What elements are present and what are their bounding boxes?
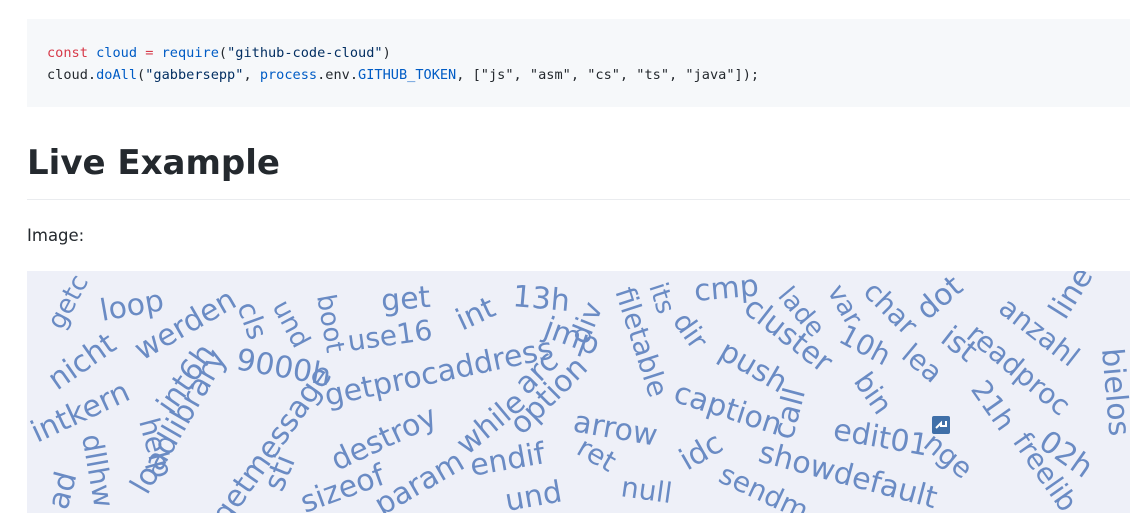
cloud-word: get: [380, 280, 432, 319]
cloud-word: dir: [666, 306, 715, 356]
code-block: const cloud = require("github-code-cloud…: [27, 19, 1130, 107]
cloud-word: bin: [847, 366, 899, 420]
code-function: require: [161, 45, 219, 61]
word-cloud-image: getc loop nicht werden cls und boot get int 13h di…: [27, 271, 1130, 513]
code-comma: ,: [243, 67, 260, 84]
code-object: cloud: [47, 67, 88, 84]
cloud-word: ad: [41, 468, 84, 513]
code-string: "gabbersepp": [145, 67, 244, 84]
cloud-word: boot: [310, 292, 350, 355]
cloud-word: line: [1042, 271, 1100, 325]
cloud-word: null: [619, 470, 674, 510]
return-arrow-icon: [932, 416, 950, 434]
cloud-word: int: [451, 290, 501, 338]
cloud-word: idc: [674, 426, 729, 478]
code-token: GITHUB_TOKEN: [358, 67, 457, 84]
cloud-word: dllhw: [75, 431, 120, 510]
code-dot: .: [87, 67, 97, 84]
cloud-word: bielos: [1094, 347, 1130, 438]
code-variable: cloud: [96, 45, 138, 61]
code-function: doAll: [96, 67, 138, 84]
code-string: "github-code-cloud": [227, 45, 383, 61]
cloud-word: 13h: [511, 279, 571, 319]
code-args: , ["js", "asm", "cs", "ts", "java"]);: [456, 67, 760, 84]
image-label: Image:: [27, 226, 85, 245]
code-keyword: const: [47, 45, 88, 61]
heading-divider: [27, 199, 1130, 200]
code-line-1: const cloud = require("github-code-cloud…: [47, 45, 391, 61]
code-env: .env.: [317, 67, 359, 84]
code-paren: ): [382, 45, 391, 61]
code-paren: (: [137, 67, 146, 84]
code-paren: (: [218, 45, 228, 61]
cloud-word: und: [502, 474, 564, 513]
section-heading: Live Example: [27, 143, 280, 183]
code-process: process: [259, 67, 318, 84]
cloud-word: getc: [42, 271, 95, 334]
word-cloud-svg: getc loopnicht werdenclsundboot get int 13hdi…: [27, 271, 1130, 513]
cloud-word: und: [266, 295, 316, 353]
code-operator: =: [145, 45, 154, 61]
code-line-2: cloud.doAll("gabbersepp", process.env.GI…: [47, 67, 759, 83]
cloud-word: use16: [345, 313, 434, 358]
